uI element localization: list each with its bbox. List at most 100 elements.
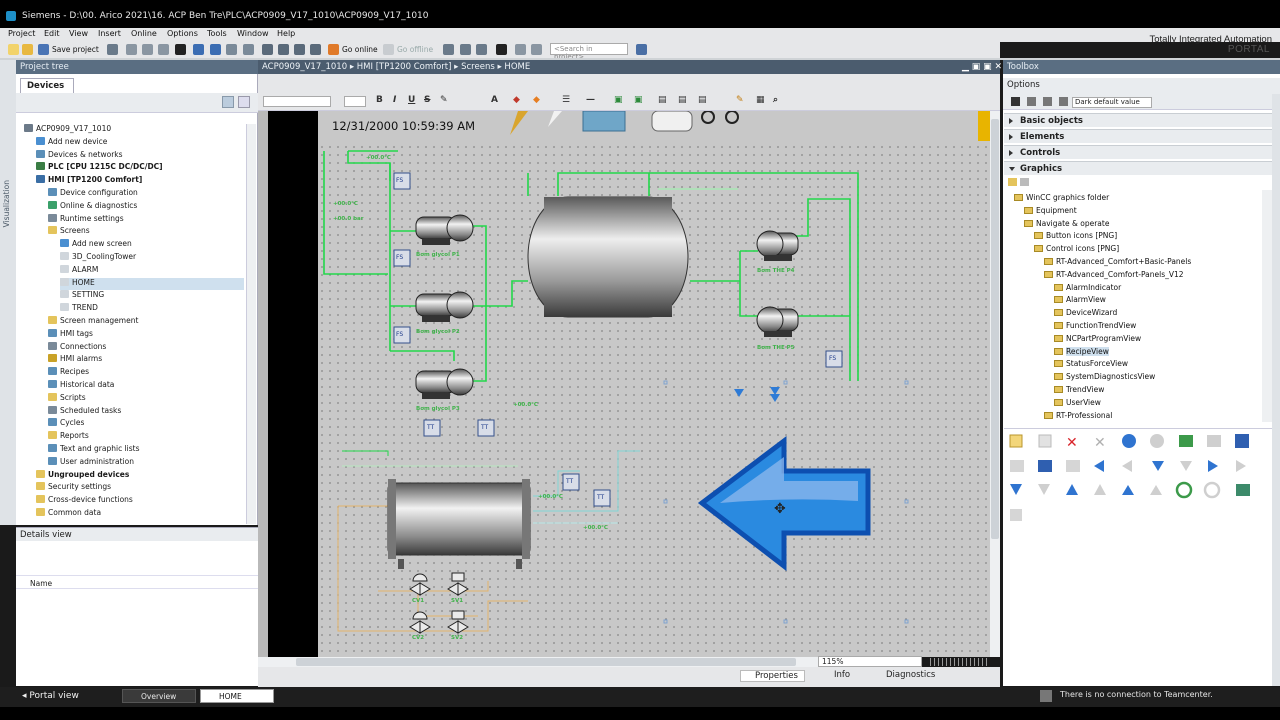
line-width-icon[interactable]: ☰ — [562, 95, 570, 105]
strikethrough-button[interactable]: S — [424, 95, 430, 105]
graphics-tree-item[interactable]: Equipment — [1024, 206, 1077, 218]
download-icon[interactable] — [278, 44, 289, 55]
properties-icon[interactable]: ✎ — [736, 95, 744, 105]
start-cpu-icon[interactable] — [460, 44, 471, 55]
back-arrow-button[interactable]: ✥ — [697, 435, 871, 572]
simulate-icon[interactable] — [310, 44, 321, 55]
temp-transmitter-tag[interactable]: TT — [597, 494, 604, 501]
tree-item[interactable]: Text and graphic lists — [48, 444, 244, 456]
tree-item[interactable]: Screen management — [48, 316, 244, 328]
taskbar-overview[interactable]: Overview — [122, 689, 196, 703]
tree-item[interactable]: HMI alarms — [48, 354, 244, 366]
tree-columns-icon[interactable] — [238, 96, 250, 108]
tree-item[interactable]: Reports — [48, 431, 244, 443]
grid-icon[interactable] — [243, 44, 254, 55]
underline-button[interactable]: U — [408, 95, 415, 105]
link-icon[interactable] — [1019, 178, 1029, 186]
upload-icon[interactable] — [294, 44, 305, 55]
graphics-tree-item[interactable]: Button icons [PNG] — [1034, 231, 1117, 243]
pointer-icon[interactable] — [1011, 97, 1020, 106]
project-search-input[interactable]: <Search in project> — [550, 43, 628, 61]
section-elements[interactable]: Elements — [1004, 129, 1272, 143]
grid-icon[interactable] — [1059, 97, 1068, 106]
redo-icon[interactable] — [210, 44, 221, 55]
tab-devices[interactable]: Devices — [20, 78, 74, 93]
tree-item[interactable]: Scheduled tasks — [48, 405, 244, 418]
menu-view[interactable]: View — [69, 29, 88, 38]
tree-item[interactable]: HMI [TP1200 Comfort] — [36, 175, 244, 187]
menu-insert[interactable]: Insert — [98, 29, 121, 38]
grid-toggle-icon[interactable]: ▦ — [756, 95, 765, 105]
editor-window-controls[interactable]: ▁ ▣ ▣ ✕ — [962, 62, 1002, 72]
temp-transmitter-tag[interactable]: TT — [427, 424, 434, 431]
graphics-tree-item[interactable]: Control icons [PNG] — [1034, 244, 1119, 256]
save-button[interactable]: Save project — [52, 45, 99, 54]
tree-item[interactable]: Scripts — [48, 392, 244, 405]
go-online-icon[interactable] — [328, 44, 339, 55]
graphics-tree-item[interactable]: FunctionTrendView — [1054, 321, 1136, 333]
graphics-tree-item[interactable]: WinCC graphics folder — [1014, 193, 1109, 205]
zoom-slider[interactable] — [930, 658, 990, 666]
tree-item[interactable]: HOME — [60, 277, 244, 290]
menu-tools[interactable]: Tools — [207, 29, 227, 38]
tree-item[interactable]: TREND — [60, 303, 244, 315]
tree-item[interactable]: Historical data — [48, 380, 244, 392]
list-icon[interactable] — [1043, 97, 1052, 106]
view-mode-icon[interactable] — [1027, 97, 1036, 106]
font-color-icon[interactable]: A — [491, 95, 498, 105]
tree-item[interactable]: Online & diagnostics — [48, 200, 244, 213]
font-size-select[interactable] — [344, 96, 366, 107]
style-select[interactable]: Dark default value — [1072, 97, 1152, 108]
tree-item[interactable]: SETTING — [60, 290, 244, 302]
portal-view-button[interactable]: ◂ Portal view — [22, 691, 79, 701]
menu-help[interactable]: Help — [277, 29, 295, 38]
bring-front-icon[interactable]: ▤ — [658, 95, 667, 105]
tree-item[interactable]: 3D_CoolingTower — [60, 252, 244, 264]
split-horizontal-icon[interactable] — [515, 44, 526, 55]
temp-transmitter-tag[interactable]: TT — [481, 424, 488, 431]
compile-icon[interactable] — [262, 44, 273, 55]
section-controls[interactable]: Controls — [1004, 145, 1272, 159]
tab-diagnostics[interactable]: Diagnostics — [874, 670, 935, 680]
menu-edit[interactable]: Edit — [44, 29, 60, 38]
paste-icon[interactable] — [158, 44, 169, 55]
flow-switch-tag[interactable]: FS — [829, 355, 836, 362]
close-tools-icon[interactable] — [496, 44, 507, 55]
menu-options[interactable]: Options — [167, 29, 198, 38]
graphics-tree-item[interactable]: UserView — [1054, 398, 1101, 410]
tree-item[interactable]: Add new device — [36, 136, 244, 149]
graphics-tree-item[interactable]: Navigate & operate — [1024, 219, 1109, 231]
send-back-icon[interactable]: ▤ — [678, 95, 687, 105]
menu-window[interactable]: Window — [237, 29, 269, 38]
font-family-select[interactable] — [263, 96, 331, 107]
graphics-tree-item[interactable]: RT-Professional — [1044, 411, 1112, 423]
graphics-tree-item[interactable]: SystemDiagnosticsView — [1054, 372, 1155, 384]
cut-icon[interactable] — [126, 44, 137, 55]
tab-info[interactable]: Info — [824, 670, 850, 680]
tree-item[interactable]: Cycles — [48, 418, 244, 430]
flow-switch-tag[interactable]: FS — [396, 254, 403, 261]
tree-item[interactable]: ACP0909_V17_1010 — [24, 124, 244, 136]
tree-item[interactable]: Screens — [48, 226, 244, 238]
split-icon[interactable] — [226, 44, 237, 55]
font-settings-icon[interactable]: ✎ — [440, 95, 448, 105]
graphics-tree-item[interactable]: AlarmView — [1054, 295, 1106, 307]
tree-item[interactable]: Security settings — [36, 482, 244, 494]
graphics-tree-item[interactable]: StatusForceView — [1054, 359, 1128, 371]
graphics-tree-item[interactable]: AlarmIndicator — [1054, 283, 1121, 295]
go-online-button[interactable]: Go online — [342, 45, 378, 54]
visualization-sidebar[interactable]: Visualization — [0, 60, 16, 525]
print-icon[interactable] — [107, 44, 118, 55]
fill-color-icon[interactable]: ◆ — [513, 95, 520, 105]
zoom-select[interactable]: 115% — [818, 656, 922, 667]
details-name-column[interactable]: Name — [16, 575, 258, 589]
menu-online[interactable]: Online — [131, 29, 157, 38]
open-project-icon[interactable] — [22, 44, 33, 55]
copy-icon[interactable] — [142, 44, 153, 55]
new-project-icon[interactable] — [8, 44, 19, 55]
tree-item[interactable]: HMI tags — [48, 328, 244, 341]
graphics-tree-item[interactable]: RecipeView — [1054, 346, 1109, 359]
tree-item[interactable]: Device configuration — [48, 188, 244, 200]
graphics-tree-item[interactable]: TrendView — [1054, 385, 1104, 397]
taskbar-home[interactable]: HOME — [200, 689, 274, 703]
